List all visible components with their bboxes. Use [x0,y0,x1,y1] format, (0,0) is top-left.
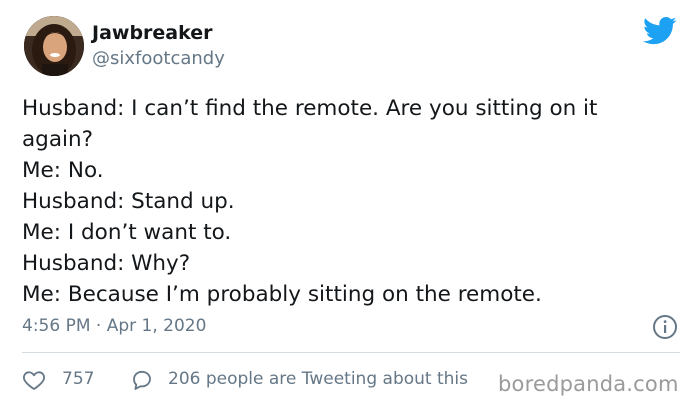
user-handle[interactable]: @sixfootcandy [92,48,225,70]
watermark: boredpanda.com [498,372,679,396]
tweet-line: Husband: I can’t find the remote. Are yo… [22,96,598,121]
heart-icon[interactable] [22,368,46,392]
info-icon[interactable] [652,314,678,340]
tweet-line: again? [22,127,94,152]
tweet-line: Me: No. [22,158,104,183]
tweet-line: Husband: Why? [22,251,191,276]
profile-photo [24,16,84,76]
tweet-line: Me: I don’t want to. [22,220,232,245]
tweet-line: Husband: Stand up. [22,189,235,214]
avatar[interactable] [24,16,84,76]
divider [22,352,680,353]
tweet-line: Me: Because I’m probably sitting on the … [22,282,542,307]
like-count[interactable]: 757 [62,367,94,391]
tweeting-about-link[interactable]: 206 people are Tweeting about this [168,367,468,391]
speech-bubble-icon[interactable] [130,368,154,392]
display-name[interactable]: Jawbreaker [92,22,213,44]
tweet-timestamp[interactable]: 4:56 PM · Apr 1, 2020 [22,314,206,338]
twitter-bird-icon[interactable] [643,16,677,46]
tweet-text: Husband: I can’t find the remote. Are yo… [22,93,682,310]
